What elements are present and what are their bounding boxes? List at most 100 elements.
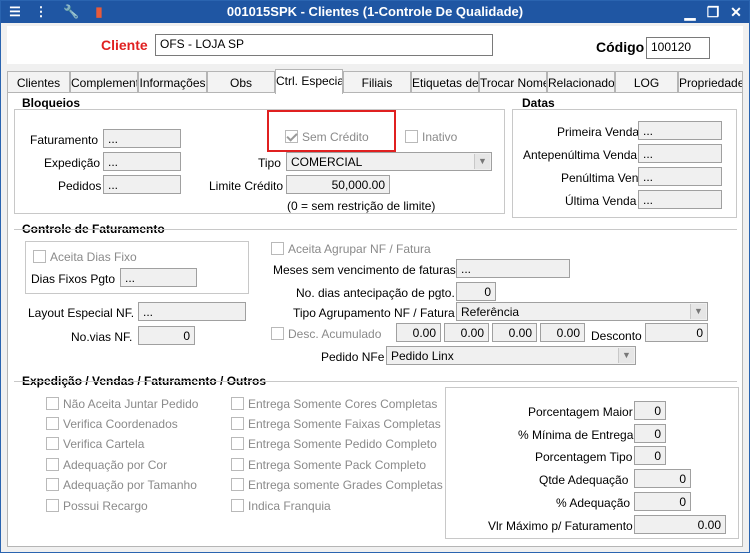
- expedicao-divider: [14, 381, 737, 382]
- desc-acumulado-3[interactable]: 0.00: [492, 323, 537, 342]
- entrega-grades-checkbox[interactable]: Entrega somente Grades Completas: [231, 478, 443, 492]
- bloqueios-title: Bloqueios: [20, 96, 83, 110]
- porcentagem-maior-label: Porcentagem Maior: [528, 405, 633, 419]
- cliente-input[interactable]: OFS - LOJA SP: [155, 34, 493, 56]
- tab-obs[interactable]: Obs: [207, 71, 275, 93]
- tab-strip: Clientes Complementos Informações Obs Ct…: [7, 69, 743, 94]
- entrega-pack-checkbox[interactable]: Entrega Somente Pack Completo: [231, 458, 426, 472]
- checkbox-box: [231, 437, 244, 450]
- desc-acumulado-2[interactable]: 0.00: [444, 323, 489, 342]
- possui-recargo-checkbox[interactable]: Possui Recargo: [46, 499, 148, 513]
- desc-acumulado-1[interactable]: 0.00: [396, 323, 441, 342]
- checkbox-box: [231, 417, 244, 430]
- checkbox-box: [46, 499, 59, 512]
- entrega-faixas-checkbox[interactable]: Entrega Somente Faixas Completas: [231, 417, 441, 431]
- checkbox-box: [46, 458, 59, 471]
- tab-informacoes[interactable]: Informações: [138, 71, 207, 93]
- ultima-venda-label: Última Venda: [565, 194, 637, 208]
- porcentagem-tipo-field[interactable]: 0: [634, 446, 666, 465]
- client-header: Cliente OFS - LOJA SP Código 100120: [7, 26, 743, 64]
- chevron-down-icon: ▼: [474, 154, 490, 169]
- adequacao-tamanho-checkbox[interactable]: Adequação por Tamanho: [46, 478, 197, 492]
- layout-nf-field[interactable]: ...: [138, 302, 246, 321]
- tab-clientes[interactable]: Clientes: [7, 71, 70, 93]
- expedicao-field[interactable]: ...: [103, 152, 181, 171]
- client-window: ☰ ⋮ 🔧 ▮ 001015SPK - Clientes (1-Controle…: [0, 0, 750, 553]
- datas-title: Datas: [520, 96, 557, 110]
- layout-nf-label: Layout Especial NF.: [28, 306, 135, 320]
- inativo-checkbox[interactable]: Inativo: [405, 130, 457, 144]
- chevron-down-icon: ▼: [690, 304, 706, 319]
- dias-antecipacao-field[interactable]: 0: [456, 282, 496, 301]
- pedidos-label: Pedidos: [58, 179, 102, 193]
- checkbox-box: [231, 397, 244, 410]
- checkbox-box: [405, 130, 418, 143]
- dias-fixos-field[interactable]: ...: [120, 268, 197, 287]
- checkbox-box: [271, 327, 284, 340]
- checkbox-box: [285, 130, 298, 143]
- desc-acumulado-4[interactable]: 0.00: [540, 323, 585, 342]
- tab-relacionados[interactable]: Relacionados: [547, 71, 615, 93]
- adequacao-cor-checkbox[interactable]: Adequação por Cor: [46, 458, 167, 472]
- ctrl-especial-panel: Bloqueios Faturamento ... Expedição ... …: [7, 92, 743, 547]
- entrega-cores-checkbox[interactable]: Entrega Somente Cores Completas: [231, 397, 437, 411]
- desc-acumulado-checkbox[interactable]: Desc. Acumulado: [271, 327, 381, 341]
- pedido-nfe-select[interactable]: Pedido Linx ▼: [386, 346, 636, 365]
- checkbox-box: [33, 250, 46, 263]
- perc-adequacao-field[interactable]: 0: [634, 492, 691, 511]
- window-title: 001015SPK - Clientes (1-Controle De Qual…: [226, 4, 524, 19]
- tab-filiais[interactable]: Filiais: [343, 71, 411, 93]
- desconto-label: Desconto: [591, 329, 642, 343]
- penultima-venda-field[interactable]: ...: [638, 167, 722, 186]
- vlr-maximo-field[interactable]: 0.00: [634, 515, 726, 534]
- restore-button[interactable]: ❐: [704, 3, 722, 21]
- minima-entrega-field[interactable]: 0: [634, 424, 666, 443]
- aceita-agrupar-checkbox[interactable]: Aceita Agrupar NF / Fatura: [271, 242, 431, 256]
- tab-trocar-nome[interactable]: Trocar Nome: [479, 71, 547, 93]
- tipo-agrupamento-label: Tipo Agrupamento NF / Fatura: [293, 306, 455, 320]
- primeira-venda-field[interactable]: ...: [638, 121, 722, 140]
- pedidos-field[interactable]: ...: [103, 175, 181, 194]
- dias-fixos-label: Dias Fixos Pgto: [31, 272, 116, 286]
- minima-entrega-label: % Mínima de Entrega: [518, 428, 634, 442]
- dias-antecipacao-label: No. dias antecipação de pgto.: [296, 286, 455, 300]
- vlr-maximo-label: Vlr Máximo p/ Faturamento: [488, 519, 633, 533]
- title-bar: ☰ ⋮ 🔧 ▮ 001015SPK - Clientes (1-Controle…: [1, 1, 749, 23]
- faturamento-divider: [14, 229, 737, 230]
- antepenultima-venda-label: Antepenúltima Venda: [523, 148, 638, 162]
- porcentagem-maior-field[interactable]: 0: [634, 401, 666, 420]
- meses-vencimento-label: Meses sem vencimento de faturas: [273, 263, 456, 277]
- tipo-label: Tipo: [258, 156, 281, 170]
- ultima-venda-field[interactable]: ...: [638, 190, 722, 209]
- close-button[interactable]: ✕: [727, 3, 745, 21]
- tab-etiquetas[interactable]: Etiquetas de: [411, 71, 479, 93]
- minimize-button[interactable]: ▁: [681, 3, 699, 21]
- perc-adequacao-label: % Adequação: [556, 496, 631, 510]
- verifica-cartela-checkbox[interactable]: Verifica Cartela: [46, 437, 144, 451]
- tab-ctrl-especial[interactable]: Ctrl. Especial: [275, 69, 343, 94]
- nao-aceita-juntar-checkbox[interactable]: Não Aceita Juntar Pedido: [46, 397, 198, 411]
- tab-log[interactable]: LOG: [615, 71, 678, 93]
- limite-credito-field[interactable]: 50,000.00: [286, 175, 390, 194]
- antepenultima-venda-field[interactable]: ...: [638, 144, 722, 163]
- expedicao-label: Expedição: [44, 156, 101, 170]
- tab-propriedades[interactable]: Propriedades: [678, 71, 743, 93]
- checkbox-box: [231, 478, 244, 491]
- aceita-dias-fixo-checkbox[interactable]: Aceita Dias Fixo: [33, 250, 137, 264]
- sem-credito-checkbox[interactable]: Sem Crédito: [285, 130, 369, 144]
- cliente-label: Cliente: [101, 37, 148, 53]
- meses-vencimento-field[interactable]: ...: [456, 259, 570, 278]
- qtde-adequacao-field[interactable]: 0: [634, 469, 691, 488]
- tipo-select[interactable]: COMERCIAL ▼: [286, 152, 492, 171]
- checkbox-box: [46, 478, 59, 491]
- entrega-pedido-checkbox[interactable]: Entrega Somente Pedido Completo: [231, 437, 437, 451]
- codigo-input[interactable]: 100120: [646, 37, 710, 59]
- primeira-venda-label: Primeira Venda: [557, 125, 640, 139]
- tab-complementos[interactable]: Complementos: [70, 71, 138, 93]
- tipo-agrupamento-select[interactable]: Referência ▼: [456, 302, 708, 321]
- novias-field[interactable]: 0: [138, 326, 195, 345]
- verifica-coordenados-checkbox[interactable]: Verifica Coordenados: [46, 417, 178, 431]
- faturamento-field[interactable]: ...: [103, 129, 181, 148]
- indica-franquia-checkbox[interactable]: Indica Franquia: [231, 499, 331, 513]
- desconto-field[interactable]: 0: [645, 323, 708, 342]
